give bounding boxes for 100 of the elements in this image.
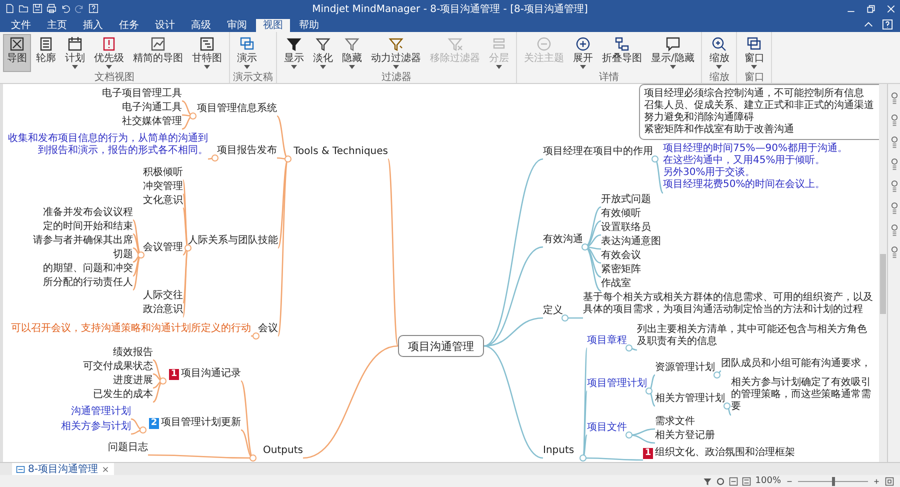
topic-label[interactable]: 开放式问题 (601, 194, 651, 206)
topic-label[interactable]: 政治意识 (143, 304, 183, 316)
collapse-toggle[interactable] (184, 244, 192, 252)
topic-label[interactable]: Inputs (543, 445, 574, 457)
panel-tool-icon[interactable] (890, 180, 898, 194)
collapse-toggle[interactable] (212, 154, 218, 162)
topic-link[interactable]: 相关方参与计划 (61, 421, 131, 433)
topic-label[interactable]: 电子沟通工具 (122, 102, 182, 114)
topic-label[interactable]: 问题日志 (108, 442, 148, 454)
topic-label[interactable]: 准备并发布会议议程 (43, 207, 133, 219)
topic-label[interactable]: 定的时间开始和结束 (43, 221, 133, 233)
help-icon[interactable] (882, 19, 893, 30)
topic-label[interactable]: 组织文化、政治氛围和治理框架 (655, 447, 795, 459)
topic-label[interactable]: 会议管理 (143, 242, 183, 254)
topic-label[interactable]: 有效沟通 (543, 234, 583, 246)
topic-label[interactable]: 冲突管理 (143, 181, 183, 193)
menu-tab[interactable]: 视图 (256, 19, 290, 32)
menu-tab[interactable]: 高级 (184, 19, 218, 32)
collapse-toggle[interactable] (160, 378, 166, 384)
collapse-toggle[interactable] (140, 426, 146, 434)
ribbon-button[interactable]: 优先级 (90, 34, 128, 72)
topic-label[interactable]: 有效会议 (601, 250, 641, 262)
topic-label[interactable]: 表达沟通意图 (601, 236, 661, 248)
panel-tool-icon[interactable] (890, 136, 898, 150)
collapse-toggle[interactable] (250, 454, 256, 462)
topic-label[interactable]: 定义 (543, 305, 563, 317)
topic-label[interactable]: 所分配的行动责任人 (43, 277, 133, 289)
topic-label[interactable]: 项目管理信息系统 (197, 103, 277, 115)
menu-tab[interactable]: 设计 (148, 19, 182, 32)
panel-tool-icon[interactable] (890, 158, 898, 172)
topic-label[interactable]: 切题 (113, 249, 133, 261)
panel-tool-icon[interactable] (890, 92, 898, 106)
ribbon-button[interactable]: 显示/隐藏 (647, 34, 698, 72)
collapse-toggle[interactable] (582, 244, 588, 250)
panel-tool-icon[interactable] (890, 224, 898, 238)
ribbon-button[interactable]: 轮廓 (32, 34, 60, 72)
new-document-icon[interactable] (4, 3, 15, 14)
save-icon[interactable] (32, 3, 43, 14)
ribbon-button[interactable]: 计划 (61, 34, 89, 72)
topic-label[interactable]: Outputs (263, 445, 303, 457)
zoom-in-icon[interactable] (872, 476, 881, 486)
vertical-scrollbar[interactable] (879, 84, 887, 462)
topic-label[interactable]: 电子项目管理工具 (102, 88, 182, 100)
menu-tab[interactable]: 文件 (4, 19, 38, 32)
topic-link[interactable]: 沟通管理计划 (71, 406, 131, 418)
menu-tab[interactable]: 任务 (112, 19, 146, 32)
close-icon[interactable] (100, 464, 110, 474)
topic-link[interactable]: 项目管理计划 (587, 378, 647, 390)
topic-label[interactable]: 社交媒体管理 (122, 116, 182, 128)
collapse-toggle[interactable] (580, 454, 586, 462)
ribbon-button[interactable]: 导图 (3, 34, 31, 72)
collapse-toggle[interactable] (284, 156, 292, 162)
gear-icon[interactable] (716, 476, 726, 486)
topic-label[interactable]: 请参与者并确保其出席 (33, 235, 133, 247)
topic-label[interactable]: 会议 (258, 323, 278, 335)
open-folder-icon[interactable] (18, 3, 29, 14)
ribbon-button[interactable]: 动力过滤器 (367, 34, 425, 72)
topic-label[interactable]: 的期望、问题和冲突 (43, 263, 133, 275)
ribbon-button[interactable]: 精简的导图 (129, 34, 187, 72)
ribbon-button[interactable]: 折叠导图 (598, 34, 646, 72)
ribbon-button[interactable]: 展开 (569, 34, 597, 72)
collapse-toggle[interactable] (190, 112, 196, 120)
collapse-toggle[interactable] (252, 332, 260, 340)
central-topic[interactable]: 项目沟通管理 (398, 335, 484, 357)
scrollbar-thumb[interactable] (880, 254, 886, 314)
topic-label[interactable]: 项目管理计划更新 (161, 417, 241, 429)
menu-tab[interactable]: 插入 (76, 19, 110, 32)
fit-page-icon[interactable] (885, 476, 894, 486)
topic-label[interactable]: 作战室 (601, 278, 631, 290)
topic-label[interactable]: 项目报告发布 (217, 145, 277, 157)
topic-label[interactable]: 绩效报告 (113, 347, 153, 359)
document-tab[interactable]: 8-项目沟通管理 (12, 463, 114, 475)
menu-tab[interactable]: 帮助 (292, 19, 326, 32)
topic-label[interactable]: 相关方管理计划 (655, 393, 725, 405)
panel-tool-icon[interactable] (890, 114, 898, 128)
topic-label[interactable]: 项目沟通记录 (181, 368, 241, 380)
topic-label[interactable]: 资源管理计划 (655, 362, 715, 374)
help-icon[interactable] (88, 3, 99, 14)
topic-label[interactable]: 需求文件 (655, 416, 695, 428)
collapse-toggle[interactable] (138, 252, 144, 258)
collapse-toggle[interactable] (714, 372, 720, 378)
topic-label[interactable]: 紧密矩阵 (601, 264, 641, 276)
menu-tab[interactable]: 审阅 (220, 19, 254, 32)
topic-link[interactable]: 项目文件 (587, 422, 627, 434)
panel-tool-icon[interactable] (890, 246, 898, 260)
topic-label[interactable]: 人际交往 (143, 290, 183, 302)
collapse-toggle[interactable] (626, 432, 632, 438)
topic-label[interactable]: 设置联络员 (601, 222, 651, 234)
topic-label[interactable]: 已发生的成本 (93, 389, 153, 401)
ribbon-button[interactable]: 甘特图 (188, 34, 226, 72)
collapse-toggle[interactable] (652, 156, 658, 162)
ribbon-button[interactable]: 缩放 (705, 34, 734, 72)
topic-label[interactable]: 积极倾听 (143, 167, 183, 179)
ribbon-button[interactable]: 演示 (233, 34, 261, 72)
topic-label[interactable]: Tools & Techniques (294, 146, 388, 158)
ribbon-button[interactable]: 淡化 (309, 34, 337, 72)
restore-icon[interactable] (866, 4, 876, 14)
menu-tab[interactable]: 主页 (40, 19, 74, 32)
collapse-toggle[interactable] (626, 344, 632, 352)
print-icon[interactable] (46, 3, 57, 14)
